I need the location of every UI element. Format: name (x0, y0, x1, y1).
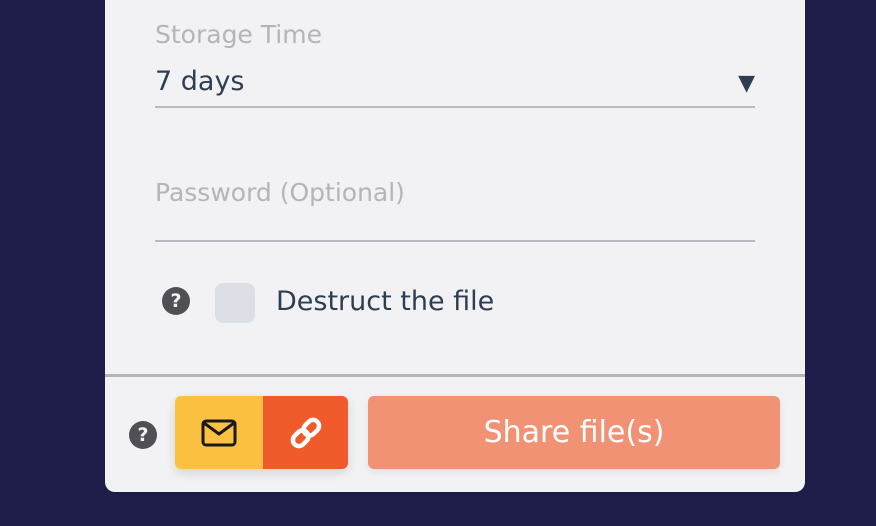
email-share-button[interactable] (175, 396, 263, 469)
password-field[interactable] (155, 174, 755, 242)
link-icon (290, 417, 321, 448)
storage-time-label: Storage Time (155, 20, 322, 49)
storage-time-value: 7 days (155, 66, 245, 97)
password-input[interactable] (155, 178, 755, 207)
dropdown-arrow-icon[interactable]: ▼ (738, 71, 755, 96)
envelope-icon (201, 419, 237, 446)
share-help-icon[interactable]: ? (129, 421, 157, 449)
share-settings-card: Storage Time 7 days ▼ ? Destruct the fil… (105, 0, 805, 492)
destruct-label: Destruct the file (276, 286, 495, 317)
divider (105, 374, 805, 377)
destruct-checkbox[interactable] (215, 283, 255, 323)
share-method-toggle (175, 396, 348, 469)
link-share-button[interactable] (263, 396, 348, 469)
storage-time-select[interactable]: 7 days ▼ (155, 60, 755, 108)
destruct-help-icon[interactable]: ? (162, 287, 190, 315)
share-files-button[interactable]: Share file(s) (368, 396, 780, 469)
